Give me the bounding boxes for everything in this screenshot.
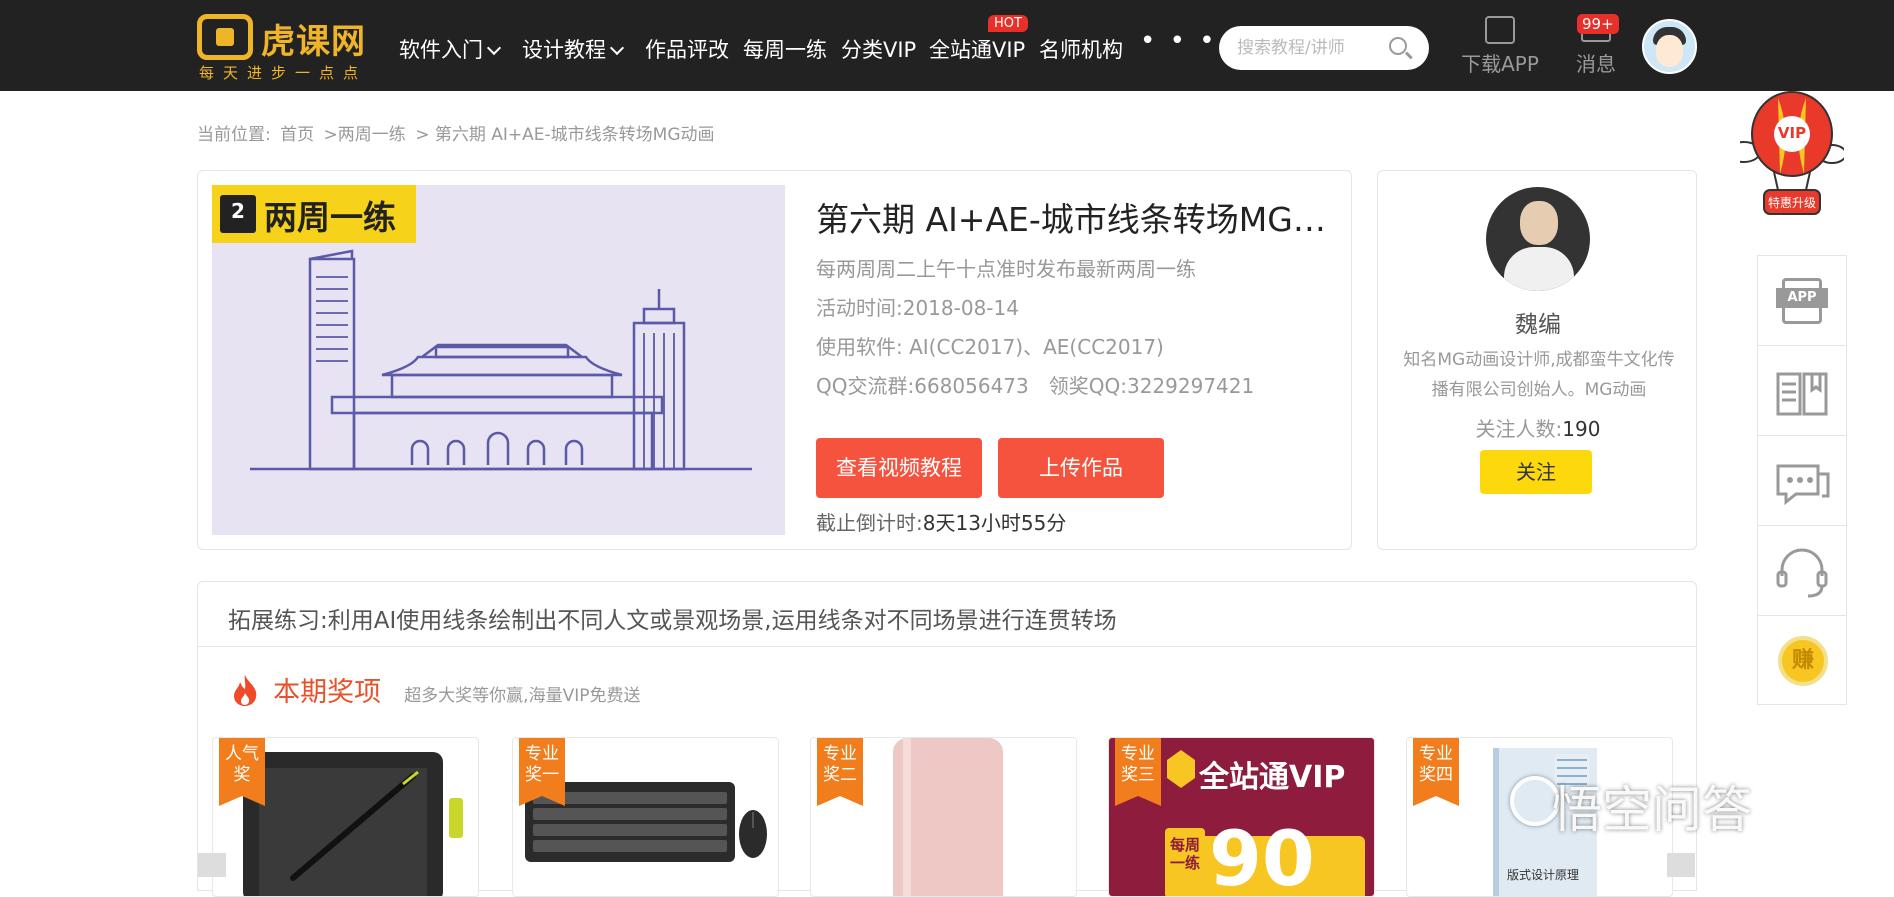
course-schedule: 每两周周二上午十点准时发布最新两周一练 (816, 257, 1196, 281)
app-icon-label: APP (1776, 288, 1828, 308)
course-activity-time: 活动时间:2018-08-14 (816, 296, 1019, 320)
vip-balloon-sub: 特惠升级 (1767, 196, 1816, 210)
nav-item-famous-teachers[interactable]: 名师机构 (1039, 34, 1123, 64)
author-avatar[interactable] (1486, 187, 1590, 291)
vip-card-days: 90 (1209, 814, 1315, 897)
divider (198, 646, 1696, 647)
follow-button[interactable]: 关注 (1480, 450, 1592, 494)
author-card: 魏编 知名MG动画设计师,成都蛮牛文化传播有限公司创始人。MG动画 关注人数:1… (1377, 170, 1697, 550)
author-bio: 知名MG动画设计师,成都蛮牛文化传播有限公司创始人。MG动画 (1403, 350, 1675, 400)
chevron-down-icon (609, 40, 625, 56)
logo-slogan: 每天进步一点点 (199, 64, 368, 82)
prize-card-pro-2[interactable]: 专业奖二 (810, 737, 1077, 897)
book-title: 版式设计原理 (1507, 868, 1580, 882)
vip-card-title: 全站通VIP (1199, 760, 1346, 795)
top-navigation-bar: 虎课网 每天进步一点点 软件入门 设计教程 作品评改 每周一练 分类VIP 全站… (0, 0, 1894, 91)
prize-ribbon: 专业奖二 (817, 738, 863, 806)
search-input[interactable] (1237, 34, 1387, 62)
followers-count: 190 (1562, 417, 1601, 441)
cover-tag-text: 两周一练 (264, 198, 396, 237)
side-earn-button[interactable]: 赚 (1758, 616, 1846, 706)
breadcrumb-home[interactable]: 首页 (280, 125, 314, 145)
countdown: 截止倒计时:8天13小时55分 (816, 507, 1066, 536)
logo-icon (197, 14, 253, 60)
messages-count-badge: 99+ (1577, 14, 1619, 34)
nav-item-category-vip[interactable]: 分类VIP (841, 34, 916, 64)
nav-label: 软件入门 (399, 38, 483, 62)
nav-item-design-tutorials[interactable]: 设计教程 (522, 34, 625, 64)
prize-card-popular[interactable]: 人气奖 (212, 737, 479, 897)
course-qq: QQ交流群:668056473 领奖QQ:3229297421 (816, 374, 1255, 398)
two-weeks-icon: 2 (220, 195, 256, 233)
nav-item-software-intro[interactable]: 软件入门 (399, 34, 502, 64)
phone-icon (1485, 16, 1515, 44)
chevron-down-icon (486, 40, 502, 56)
prize-ribbon: 专业奖四 (1413, 738, 1459, 806)
followers-label: 关注人数: (1475, 417, 1563, 441)
upload-work-button[interactable]: 上传作品 (998, 438, 1164, 498)
breadcrumb-section[interactable]: >两周一练 (324, 125, 406, 145)
avatar-face (1656, 35, 1683, 67)
side-comment-button[interactable] (1758, 436, 1846, 526)
coin-icon: 赚 (1778, 636, 1828, 686)
countdown-label: 截止倒计时: (816, 511, 923, 535)
countdown-value: 8天13小时55分 (922, 511, 1067, 535)
prize-card-pro-1[interactable]: 专业奖一 (512, 737, 779, 897)
course-cover-image: 2 两周一练 (212, 185, 785, 535)
book-icon (1776, 372, 1828, 416)
course-card: 2 两周一练 第六期 AI+AE-城市线条转场MG动画 每两周周二上午十点准时发… (197, 170, 1352, 550)
side-toolbar: APP 赚 (1757, 255, 1847, 705)
messages-label: 消息 (1576, 52, 1616, 76)
extension-exercise-text: 拓展练习:利用AI使用线条绘制出不同人文或景观场景,运用线条对不同场景进行连贯转… (228, 608, 1117, 634)
nav-item-weekly-practice[interactable]: 每周一练 (743, 34, 827, 64)
watermark-text: 悟空问答 (1552, 781, 1752, 839)
more-menu-button[interactable]: • • • (1140, 26, 1218, 56)
side-support-button[interactable] (1758, 526, 1846, 616)
author-head (1520, 201, 1558, 245)
nav-label: 设计教程 (522, 38, 606, 62)
watch-video-button[interactable]: 查看视频教程 (816, 438, 982, 498)
site-logo[interactable]: 虎课网 每天进步一点点 (197, 14, 382, 82)
hot-badge: HOT (988, 15, 1028, 32)
search-icon[interactable] (1389, 37, 1407, 55)
course-title: 第六期 AI+AE-城市线条转场MG动画 (816, 200, 1336, 239)
side-app-button[interactable]: APP (1758, 256, 1846, 346)
user-avatar[interactable] (1642, 19, 1697, 74)
prize-ribbon: 专业奖三 (1115, 738, 1161, 806)
nav-item-site-vip[interactable]: 全站通VIP (929, 34, 1025, 64)
prize-ribbon: 人气奖 (219, 738, 265, 806)
fire-icon (230, 673, 260, 707)
nav-item-work-review[interactable]: 作品评改 (645, 34, 729, 64)
course-software: 使用软件: AI(CC2017)、AE(CC2017) (816, 335, 1164, 359)
search-box (1219, 26, 1429, 70)
prizes-subtitle: 超多大奖等你赢,海量VIP免费送 (404, 686, 641, 706)
breadcrumb-prefix: 当前位置: (197, 125, 271, 145)
download-app-button[interactable]: 下载APP (1454, 16, 1546, 80)
logo-name: 虎课网 (261, 22, 366, 62)
headset-icon (1776, 548, 1828, 598)
extension-card: 拓展练习:利用AI使用线条绘制出不同人文或景观场景,运用线条对不同场景进行连贯转… (197, 581, 1697, 897)
breadcrumb-current: > 第六期 AI+AE-城市线条转场MG动画 (415, 125, 715, 145)
breadcrumb: 当前位置: 首页 >两周一练 > 第六期 AI+AE-城市线条转场MG动画 (197, 120, 719, 145)
download-app-label: 下载APP (1461, 52, 1539, 76)
side-book-button[interactable] (1758, 346, 1846, 436)
vip-balloon-label: VIP (1777, 124, 1807, 142)
author-body (1504, 247, 1574, 291)
prizes-scroll-right-button[interactable] (1667, 853, 1695, 877)
prize-ribbon: 专业奖一 (519, 738, 565, 806)
vip-upgrade-balloon[interactable]: VIP 特惠升级 (1727, 90, 1847, 228)
prizes-header: 本期奖项 超多大奖等你赢,海量VIP免费送 (230, 670, 641, 709)
comment-icon (1776, 464, 1830, 506)
author-followers: 关注人数:190 (1378, 413, 1698, 442)
author-name[interactable]: 魏编 (1378, 305, 1698, 339)
weekly-practice-tag: 2 两周一练 (212, 185, 416, 243)
prize-card-pro-3[interactable]: 全站通VIP 每周一练 90 专业奖三 (1108, 737, 1375, 897)
prizes-title: 本期奖项 (273, 677, 382, 708)
prizes-scroll-left-button[interactable] (198, 853, 226, 877)
vip-card-side: 每周一练 (1169, 836, 1200, 872)
